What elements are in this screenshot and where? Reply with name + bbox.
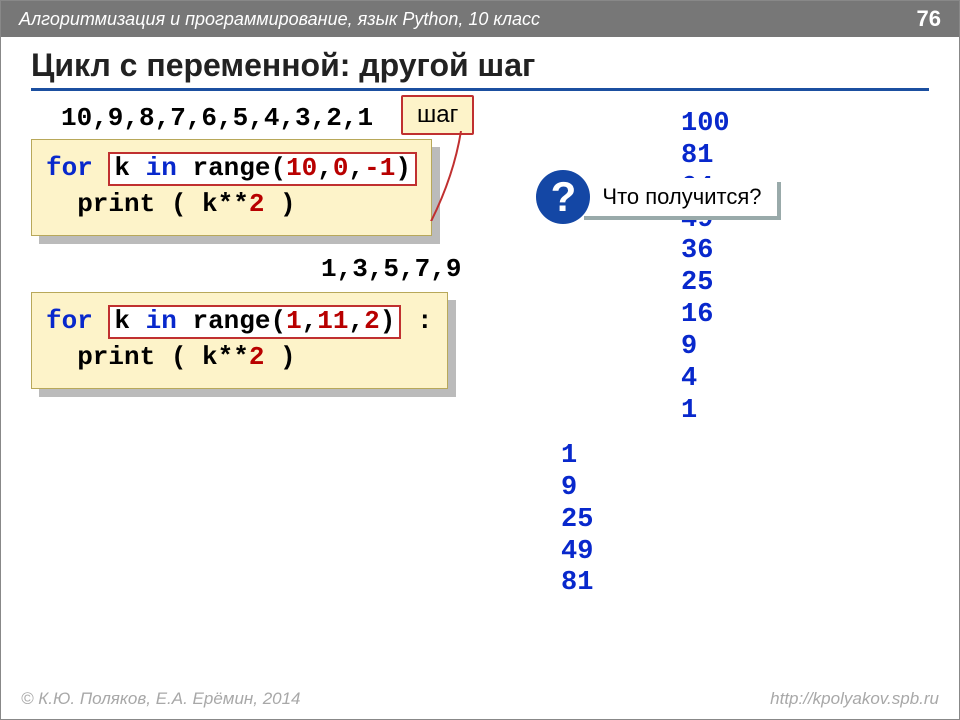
output-value: 1 (561, 441, 593, 473)
output-value: 81 (561, 568, 593, 600)
footer-link[interactable]: http://kpolyakov.spb.ru (770, 689, 939, 709)
header-bar: Алгоритмизация и программирование, язык … (1, 1, 959, 37)
breadcrumb: Алгоритмизация и программирование, язык … (19, 9, 540, 30)
range-highlight-1: k in range(10,0,-1) (108, 152, 417, 186)
step-callout: шаг (401, 95, 474, 135)
output-column-1: 100 81 64 49 36 25 16 9 4 1 (681, 109, 730, 428)
copyright: © К.Ю. Поляков, Е.А. Ерёмин, 2014 (21, 689, 301, 709)
keyword-for-2: for (46, 306, 108, 336)
output-value: 100 (681, 109, 730, 141)
page-title: Цикл с переменной: другой шаг (1, 37, 959, 88)
footer: © К.Ю. Поляков, Е.А. Ерёмин, 2014 http:/… (1, 683, 959, 719)
question-callout: ? Что получится? (536, 170, 590, 224)
sequence-2: 1,3,5,7,9 (321, 254, 461, 284)
output-value: 36 (681, 236, 730, 268)
output-value: 9 (681, 332, 730, 364)
page-number: 76 (917, 6, 941, 32)
output-value: 4 (681, 364, 730, 396)
callout-tail-icon (421, 131, 481, 221)
code-block-1: for k in range(10,0,-1) print ( k**2 ) (31, 139, 432, 236)
sequence-1: 10,9,8,7,6,5,4,3,2,1 (61, 103, 373, 133)
output-column-2: 1 9 25 49 81 (561, 441, 593, 600)
output-value: 9 (561, 473, 593, 505)
step-callout-label: шаг (401, 95, 474, 135)
output-value: 49 (561, 537, 593, 569)
question-text: Что получится? (580, 178, 777, 216)
keyword-for: for (46, 153, 108, 183)
code-block-2: for k in range(1,11,2) : print ( k**2 ) (31, 292, 448, 389)
output-value: 1 (681, 396, 730, 428)
title-underline (31, 88, 929, 91)
output-value: 81 (681, 141, 730, 173)
range-highlight-2: k in range(1,11,2) (108, 305, 401, 339)
output-value: 25 (681, 268, 730, 300)
output-value: 16 (681, 300, 730, 332)
output-value: 25 (561, 505, 593, 537)
